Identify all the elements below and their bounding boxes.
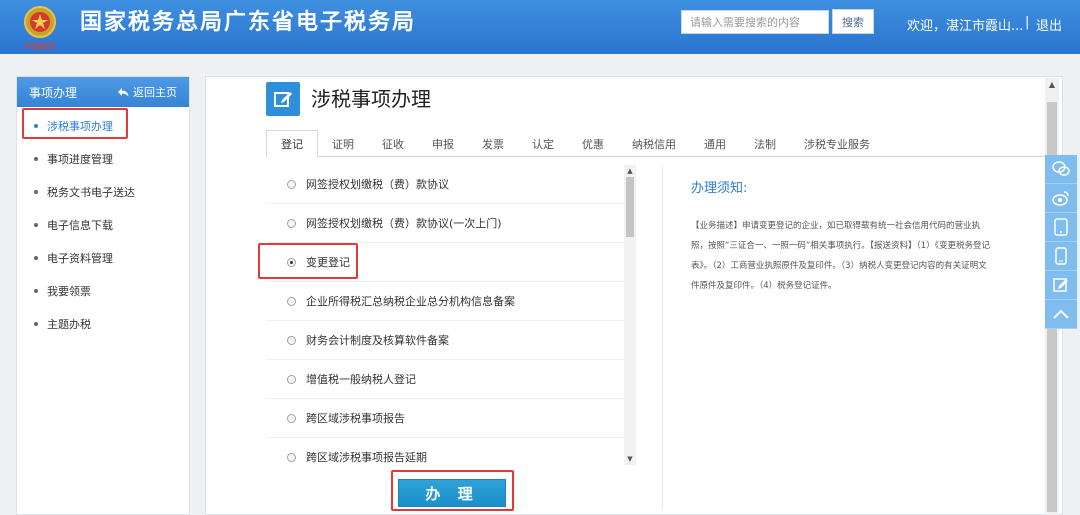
list-item[interactable]: 跨区域涉税事项报告延期 — [266, 438, 635, 465]
radio-button[interactable] — [287, 179, 296, 189]
sidebar-item-doc-delivery[interactable]: 税务文书电子送达 — [17, 175, 189, 208]
sidebar-item-get-invoice[interactable]: 我要领票 — [17, 274, 189, 307]
options-scrollbar[interactable]: ▲ ▼ — [624, 165, 636, 465]
sidebar-menu: 涉税事项办理 事项进度管理 税务文书电子送达 电子信息下载 电子资料管理 我要领… — [17, 107, 189, 340]
scroll-thumb[interactable] — [626, 177, 634, 237]
sidebar-item-e-documents[interactable]: 电子资料管理 — [17, 241, 189, 274]
list-item[interactable]: 企业所得税汇总纳税企业总分机构信息备案 — [266, 282, 635, 321]
list-item[interactable]: 财务会计制度及核算软件备案 — [266, 321, 635, 360]
sidebar-item-download[interactable]: 电子信息下载 — [17, 208, 189, 241]
option-label: 跨区域涉税事项报告延期 — [306, 451, 427, 464]
highlight-box-sidebar — [22, 108, 128, 139]
scroll-down-icon[interactable]: ▼ — [624, 453, 636, 465]
notice-title: 办理须知: — [691, 181, 748, 196]
option-label: 跨区域涉税事项报告 — [306, 412, 405, 425]
search-button[interactable]: 搜索 — [832, 9, 874, 34]
wechat-icon[interactable] — [1045, 155, 1077, 184]
logout-link[interactable]: 退出 — [1036, 15, 1062, 34]
list-item[interactable]: 跨区域涉税事项报告 — [266, 399, 635, 438]
back-to-top-icon[interactable] — [1045, 300, 1077, 329]
tab-professional-services[interactable]: 涉税专业服务 — [790, 130, 884, 157]
list-item[interactable]: 网签授权划缴税（费）款协议(一次上门) — [266, 204, 635, 243]
sidebar-title: 事项办理 — [29, 85, 78, 100]
mobile-icon[interactable] — [1045, 242, 1077, 271]
top-header: 中国税务 国家税务总局广东省电子税务局 搜索 欢迎，湛江市霞山... | 退出 — [0, 0, 1080, 54]
search-input[interactable] — [681, 10, 829, 34]
highlight-box-option — [258, 243, 358, 279]
radio-button[interactable] — [287, 296, 296, 306]
back-arrow-icon — [118, 87, 129, 96]
edit-icon[interactable] — [1045, 271, 1077, 300]
floating-toolbar — [1045, 155, 1077, 329]
list-item[interactable]: 网签授权划缴税（费）款协议 — [266, 165, 635, 204]
scroll-up-icon[interactable]: ▲ — [1045, 80, 1059, 92]
radio-button[interactable] — [287, 374, 296, 384]
tax-emblem-logo: 中国税务 — [24, 6, 56, 51]
option-label: 财务会计制度及核算软件备案 — [306, 334, 449, 347]
tab-invoice[interactable]: 发票 — [468, 130, 518, 157]
tab-qualification[interactable]: 认定 — [518, 130, 568, 157]
tab-preferential[interactable]: 优惠 — [568, 130, 618, 157]
weibo-icon[interactable] — [1045, 184, 1077, 213]
radio-button[interactable] — [287, 335, 296, 345]
back-home-link[interactable]: 返回主页 — [118, 84, 177, 100]
site-title: 国家税务总局广东省电子税务局 — [80, 10, 417, 35]
page-title: 涉税事项办理 — [311, 87, 431, 111]
sidebar: 事项办理 返回主页 涉税事项办理 事项进度管理 税务文书电子送达 电子信息下载 … — [16, 76, 190, 515]
main-panel: 涉税事项办理 登记 证明 征收 申报 发票 认定 优惠 纳税信用 通用 法制 涉… — [205, 76, 1063, 515]
scroll-up-icon[interactable]: ▲ — [624, 165, 636, 177]
welcome-user-text[interactable]: 欢迎，湛江市霞山... — [907, 15, 1023, 34]
tab-registration[interactable]: 登记 — [266, 130, 318, 158]
option-label: 企业所得税汇总纳税企业总分机构信息备案 — [306, 295, 515, 308]
category-tabs: 登记 证明 征收 申报 发票 认定 优惠 纳税信用 通用 法制 涉税专业服务 — [266, 130, 1048, 158]
sidebar-item-topic-tax[interactable]: 主题办税 — [17, 307, 189, 340]
highlight-box-button — [391, 470, 514, 511]
tab-legal[interactable]: 法制 — [740, 130, 790, 157]
tab-general[interactable]: 通用 — [690, 130, 740, 157]
matter-options-list: 网签授权划缴税（费）款协议 网签授权划缴税（费）款协议(一次上门) 变更登记 企… — [266, 165, 636, 465]
back-home-label: 返回主页 — [133, 86, 177, 99]
tab-tax-credit[interactable]: 纳税信用 — [618, 130, 690, 157]
list-item[interactable]: 增值税一般纳税人登记 — [266, 360, 635, 399]
option-label: 网签授权划缴税（费）款协议 — [306, 178, 449, 191]
sidebar-header: 事项办理 返回主页 — [17, 77, 189, 107]
notice-text: 【业务描述】申请变更登记的企业，如已取得载有统一社会信用代码的营业执照，按照“三… — [691, 221, 990, 291]
radio-button[interactable] — [287, 218, 296, 228]
tablet-icon[interactable] — [1045, 213, 1077, 242]
notice-panel: 办理须知: 【业务描述】申请变更登记的企业，如已取得载有统一社会信用代码的营业执… — [662, 165, 1012, 510]
radio-button[interactable] — [287, 452, 296, 462]
edit-form-icon — [266, 82, 300, 116]
option-label: 增值税一般纳税人登记 — [306, 373, 416, 386]
radio-button[interactable] — [287, 413, 296, 423]
sidebar-item-progress[interactable]: 事项进度管理 — [17, 142, 189, 175]
option-label: 网签授权划缴税（费）款协议(一次上门) — [306, 217, 502, 230]
tab-certificate[interactable]: 证明 — [318, 130, 368, 157]
tab-collection[interactable]: 征收 — [368, 130, 418, 157]
svg-text:中国税务: 中国税务 — [24, 41, 56, 51]
tab-declaration[interactable]: 申报 — [418, 130, 468, 157]
header-divider: | — [1025, 15, 1030, 30]
